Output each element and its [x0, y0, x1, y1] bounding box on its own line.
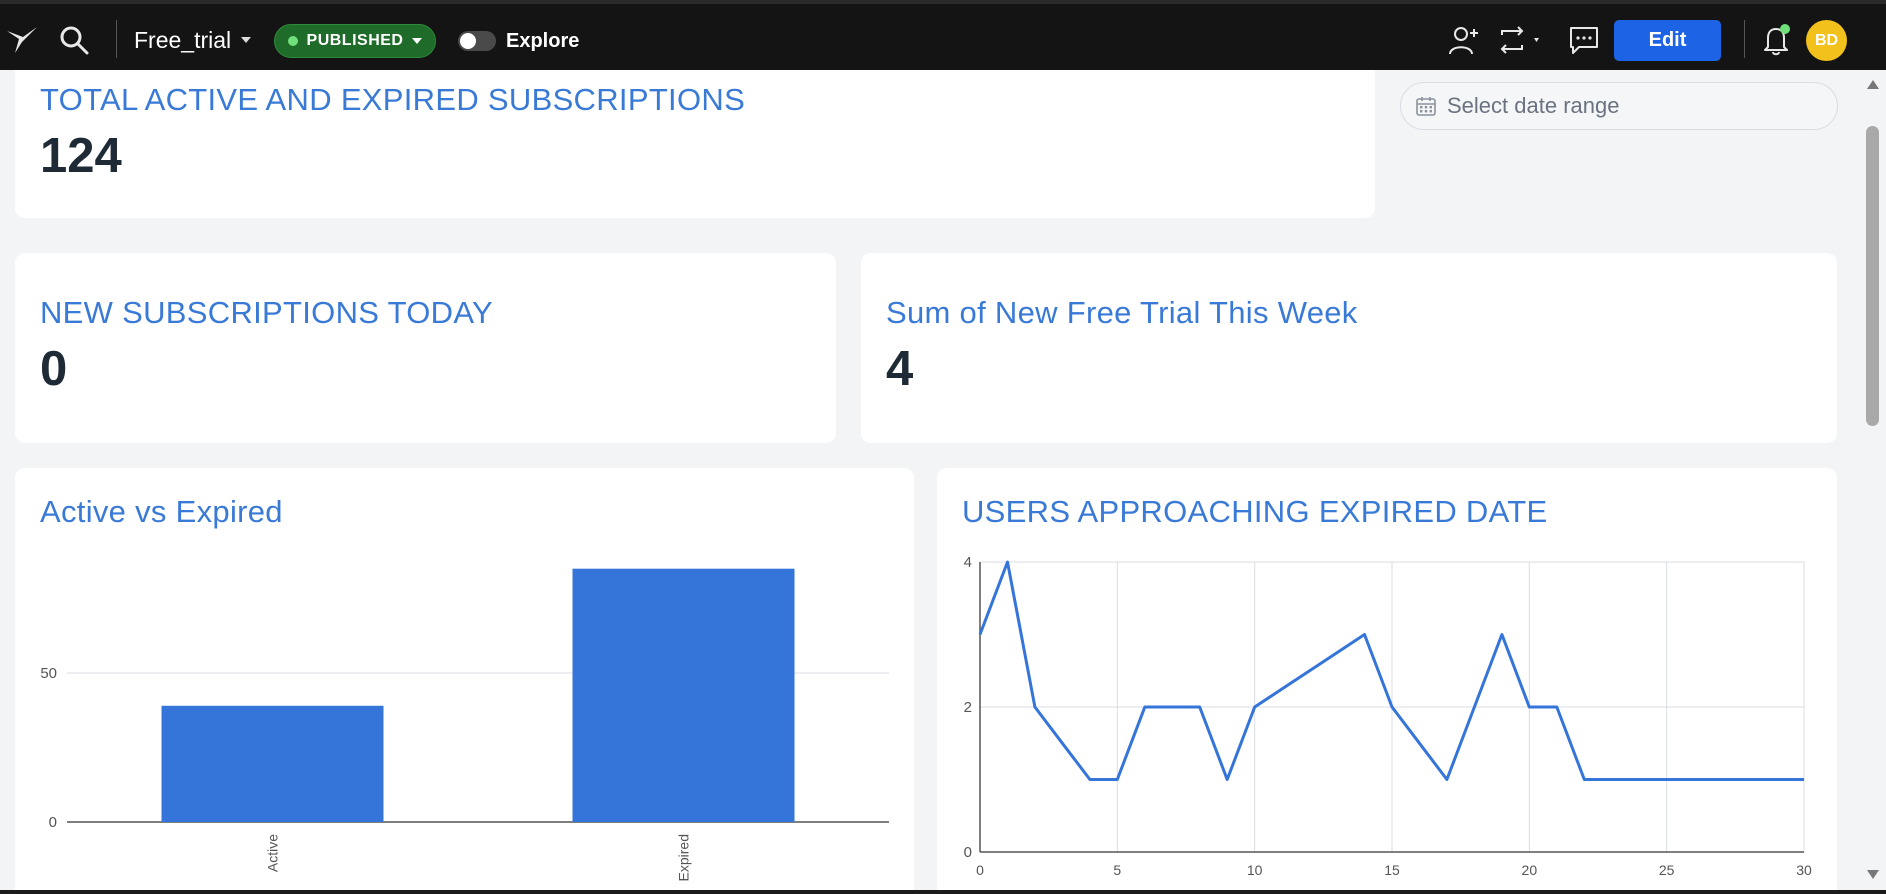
x-tick-label: Expired: [676, 834, 692, 881]
date-range-placeholder: Select date range: [1447, 93, 1620, 118]
y-tick-label: 0: [49, 814, 57, 831]
x-tick-label: 25: [1659, 862, 1675, 878]
top-bar: Free_trial PUBLISHED Explore Edit BD: [0, 0, 1886, 70]
date-range-input[interactable]: Select date range: [1400, 82, 1838, 130]
notification-dot: [1780, 24, 1790, 34]
y-tick-label: 2: [964, 699, 972, 716]
chevron-down-icon: [241, 37, 252, 43]
line-chart: 0 5 10 15 20 25 30 0 2 4: [964, 554, 1812, 878]
x-tick-label: 10: [1247, 862, 1263, 878]
search-icon[interactable]: [56, 22, 92, 58]
kpi-value: 4: [886, 342, 914, 396]
chevron-down-icon: [412, 38, 423, 44]
kpi-card-week: Sum of New Free Trial This Week 4: [861, 253, 1837, 443]
y-tick-label: 0: [964, 844, 972, 861]
kpi-card-today: NEW SUBSCRIPTIONS TODAY 0: [15, 253, 836, 443]
bar-chart: 0 50 Active Expired: [40, 568, 889, 881]
x-tick-label: 30: [1796, 862, 1812, 878]
kpi-title: Sum of New Free Trial This Week: [886, 295, 1358, 330]
explore-toggle[interactable]: [458, 31, 496, 51]
dashboard-canvas: TOTAL ACTIVE AND EXPIRED SUBSCRIPTIONS 1…: [0, 70, 1862, 892]
y-tick-label: 50: [40, 665, 57, 682]
kpi-title: TOTAL ACTIVE AND EXPIRED SUBSCRIPTIONS: [40, 82, 746, 117]
x-tick-label: 0: [976, 862, 984, 878]
add-user-icon[interactable]: [1444, 20, 1484, 60]
chart-card-users-approaching-expired: USERS APPROACHING EXPIRED DATE 0 5 10 15 20 2…: [937, 468, 1837, 892]
scrollbar-thumb[interactable]: [1866, 126, 1879, 426]
window-edge: [0, 890, 1886, 894]
x-tick-label: 5: [1113, 862, 1121, 878]
dashboard-name-dropdown[interactable]: Free_trial: [134, 22, 252, 58]
bell-icon[interactable]: [1756, 20, 1796, 60]
kpi-card-total: TOTAL ACTIVE AND EXPIRED SUBSCRIPTIONS 1…: [15, 70, 1375, 218]
x-tick-label: 20: [1522, 862, 1538, 878]
refresh-icon[interactable]: [1494, 20, 1548, 60]
comment-icon[interactable]: [1564, 20, 1604, 60]
status-dot-icon: [287, 36, 298, 46]
toggle-knob: [460, 33, 476, 49]
chart-card-active-vs-expired: Active vs Expired 0 50 Active Expired: [15, 468, 914, 892]
bar: [161, 705, 384, 822]
x-tick-label: Active: [265, 834, 281, 872]
kpi-value: 0: [40, 342, 68, 396]
scroll-down-icon[interactable]: [1867, 870, 1879, 879]
logo-icon[interactable]: [4, 22, 40, 58]
edit-button[interactable]: Edit: [1614, 20, 1721, 61]
scroll-up-icon[interactable]: [1867, 80, 1879, 89]
dashboard-name: Free_trial: [134, 26, 232, 53]
avatar[interactable]: BD: [1806, 20, 1847, 61]
x-tick-label: 15: [1384, 862, 1400, 878]
bar: [572, 568, 795, 822]
calendar-icon: [1416, 97, 1436, 116]
scrollbar[interactable]: [1862, 70, 1886, 892]
status-badge-label: PUBLISHED: [306, 32, 404, 49]
divider: [116, 20, 117, 58]
divider: [1744, 20, 1745, 58]
status-badge[interactable]: PUBLISHED: [274, 24, 436, 58]
explore-label: Explore: [506, 29, 580, 52]
kpi-title: NEW SUBSCRIPTIONS TODAY: [40, 295, 494, 330]
y-tick-label: 4: [964, 554, 972, 571]
kpi-value: 124: [40, 129, 122, 183]
